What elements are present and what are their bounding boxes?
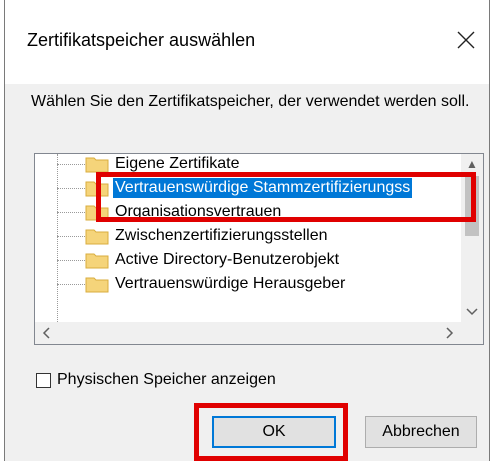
tree-item-active-directory[interactable]: Active Directory-Benutzerobjekt (35, 248, 461, 272)
dialog-title: Zertifikatspeicher auswählen (27, 30, 256, 50)
horizontal-scrollbar[interactable] (35, 322, 461, 344)
title-bar: Zertifikatspeicher auswählen (5, 0, 489, 84)
folder-icon (85, 277, 109, 293)
tree-item-label: Eigene Zertifikate (115, 155, 240, 172)
tree-item-vertrauenswuerdige-herausgeber[interactable]: Vertrauenswürdige Herausgeber (35, 272, 461, 296)
tree-item-zwischenzertifizierungsstellen[interactable]: Zwischenzertifizierungsstellen (35, 224, 461, 248)
close-button[interactable] (443, 20, 489, 60)
tree-item-label: Vertrauenswürdige Herausgeber (115, 275, 346, 292)
close-icon (457, 31, 475, 49)
physical-store-checkbox[interactable] (36, 372, 51, 388)
scrollbar-corner (461, 322, 483, 344)
folder-icon (85, 157, 109, 173)
folder-icon (85, 253, 109, 269)
scroll-down-icon[interactable] (461, 302, 483, 322)
tree-item-label: Zwischenzertifizierungsstellen (115, 227, 328, 244)
dialog-description: Wählen Sie den Zertifikatspeicher, der v… (31, 93, 470, 110)
scroll-up-icon[interactable]: ▲ (461, 154, 483, 174)
folder-icon (85, 229, 109, 245)
physical-store-label: Physischen Speicher anzeigen (57, 371, 276, 388)
highlight-selected-store (96, 172, 476, 222)
physical-store-option[interactable]: Physischen Speicher anzeigen (36, 371, 276, 389)
scroll-left-icon[interactable] (35, 322, 57, 344)
certificate-store-dialog: Zertifikatspeicher auswählen Wählen Sie … (4, 0, 490, 461)
scroll-right-icon[interactable] (439, 322, 461, 344)
tree-item-label: Active Directory-Benutzerobjekt (115, 251, 340, 268)
cancel-button[interactable]: Abbrechen (365, 416, 477, 448)
highlight-ok-button (194, 403, 348, 461)
